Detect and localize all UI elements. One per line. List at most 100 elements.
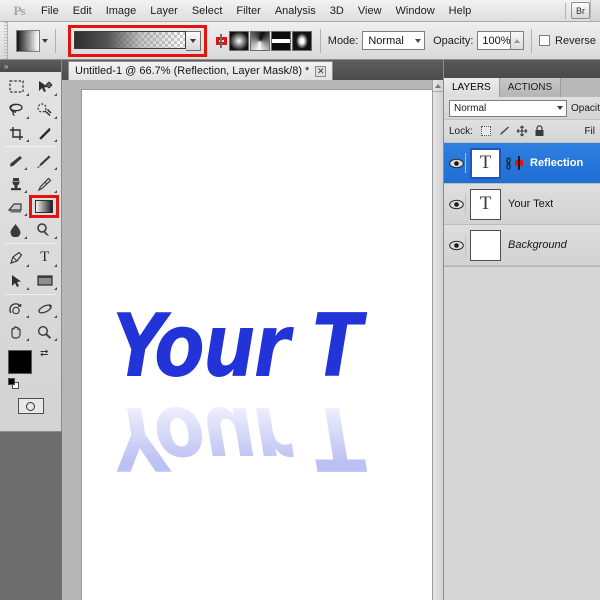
linear-gradient-button[interactable] (220, 33, 223, 48)
color-swatches: ⇄ (8, 348, 59, 394)
menu-layer[interactable]: Layer (143, 2, 185, 20)
reflected-gradient-button[interactable] (271, 30, 292, 51)
opacity-stepper[interactable]: 100% (477, 31, 525, 50)
lock-label: Lock: (449, 125, 473, 137)
layer-row-reflection[interactable]: T Reflection (444, 143, 600, 184)
close-icon[interactable]: ✕ (315, 65, 327, 77)
quick-mask-mode-button[interactable] (17, 398, 44, 414)
mode-label: Mode: (327, 34, 359, 47)
menu-edit[interactable]: Edit (66, 2, 99, 20)
gradient-picker-dropdown[interactable] (186, 30, 202, 51)
blend-mode-select[interactable]: Normal (362, 31, 426, 50)
diamond-gradient-button[interactable] (292, 30, 313, 51)
layer-name: Your Text (508, 198, 554, 210)
reverse-checkbox[interactable] (539, 35, 551, 46)
reverse-checkbox-row[interactable]: Reverse (539, 35, 600, 47)
hand-tool-icon[interactable] (2, 320, 31, 343)
lock-row: Lock: Fil (444, 120, 600, 143)
brush-tool-icon[interactable] (29, 149, 59, 172)
rotate-view-tool-icon[interactable] (2, 297, 31, 320)
tool-preset-picker[interactable] (15, 29, 48, 52)
canvas-vertical-scrollbar[interactable] (432, 80, 443, 600)
menu-window[interactable]: Window (389, 2, 442, 20)
move-tool-icon[interactable] (31, 75, 60, 98)
layer-name: Reflection (530, 157, 584, 169)
tools-panel-collapse-handle[interactable]: » (0, 60, 61, 72)
default-colors-icon[interactable] (8, 378, 20, 390)
opacity-input[interactable]: 100% (477, 31, 512, 50)
layer-opacity-label: Opacity (571, 102, 600, 114)
canvas-page[interactable]: Your T Your T (82, 90, 432, 600)
menu-view[interactable]: View (351, 2, 389, 20)
pen-tool-icon[interactable] (2, 246, 31, 269)
window-edge (590, 0, 600, 21)
layers-panel: LAYERS ACTIONS Normal Opacity Lock: (443, 60, 600, 600)
layer-thumbnail[interactable]: T (470, 188, 501, 220)
healing-brush-tool-icon[interactable] (2, 149, 29, 172)
gradient-tool-preset-icon[interactable] (15, 29, 40, 52)
swap-colors-icon[interactable]: ⇄ (40, 348, 48, 359)
opacity-spinner-icon[interactable] (511, 31, 525, 50)
gradient-editor-highlight[interactable] (68, 24, 208, 57)
lock-transparent-pixels-icon[interactable] (480, 125, 492, 137)
history-brush-tool-icon[interactable] (29, 172, 59, 195)
options-bar-grip[interactable] (0, 22, 8, 59)
crop-tool-icon[interactable] (2, 121, 31, 144)
lock-position-icon[interactable] (516, 125, 528, 137)
layer-blend-mode-value: Normal (454, 102, 487, 114)
lock-all-icon[interactable] (534, 125, 546, 137)
clone-stamp-tool-icon[interactable] (2, 172, 29, 195)
zoom-tool-icon[interactable] (31, 320, 60, 343)
tool-group-retouch (2, 149, 59, 241)
gradient-tool-icon[interactable] (35, 200, 53, 213)
dodge-tool-icon[interactable] (29, 218, 59, 241)
artwork-group: Your T Your T (112, 295, 432, 550)
eyedropper-tool-icon[interactable] (31, 121, 60, 144)
quick-selection-tool-icon[interactable] (31, 98, 60, 121)
menu-bar: Ps File Edit Image Layer Select Filter A… (0, 0, 600, 22)
tab-layers[interactable]: LAYERS (444, 78, 500, 97)
radial-gradient-button[interactable] (229, 30, 250, 51)
blend-mode-value: Normal (368, 34, 404, 47)
gradient-preview-swatch[interactable] (74, 30, 187, 49)
launch-bridge-button[interactable]: Br (571, 2, 590, 19)
menu-image[interactable]: Image (99, 2, 144, 20)
3d-orbit-tool-icon[interactable] (31, 297, 60, 320)
layer-thumbnail[interactable] (470, 229, 501, 261)
layer-row-your-text[interactable]: T Your Text (444, 184, 600, 225)
layer-thumbnail[interactable]: T (470, 147, 501, 179)
lasso-tool-icon[interactable] (2, 98, 31, 121)
menu-select[interactable]: Select (185, 2, 230, 20)
panel-title-bar[interactable] (444, 60, 600, 78)
blur-tool-icon[interactable] (2, 218, 29, 241)
rectangular-marquee-tool-icon[interactable] (2, 75, 31, 98)
scroll-up-button[interactable] (433, 80, 443, 92)
tab-actions[interactable]: ACTIONS (499, 78, 562, 97)
rectangle-tool-icon[interactable] (31, 269, 60, 292)
path-selection-tool-icon[interactable] (2, 269, 31, 292)
document-tab[interactable]: Untitled-1 @ 66.7% (Reflection, Layer Ma… (68, 61, 334, 80)
layer-visibility-icon[interactable] (447, 235, 466, 255)
menu-help[interactable]: Help (442, 2, 479, 20)
gradient-tool-wrapper[interactable] (29, 195, 59, 218)
document-area: Untitled-1 @ 66.7% (Reflection, Layer Ma… (62, 60, 443, 600)
layer-mask-thumbnail[interactable] (518, 156, 520, 170)
foreground-color-swatch[interactable] (8, 350, 32, 374)
menu-file[interactable]: File (34, 2, 66, 20)
angle-gradient-button[interactable] (250, 30, 271, 51)
menu-filter[interactable]: Filter (229, 2, 267, 20)
menu-3d[interactable]: 3D (323, 2, 351, 20)
chevron-down-icon[interactable] (41, 38, 48, 43)
layer-visibility-icon[interactable] (447, 194, 466, 214)
layer-row-background[interactable]: Background (444, 225, 600, 266)
fill-label: Fil (584, 125, 595, 137)
menu-analysis[interactable]: Analysis (268, 2, 323, 20)
type-tool-icon[interactable]: T (31, 246, 60, 269)
eraser-tool-icon[interactable] (2, 195, 29, 218)
layer-blend-mode-select[interactable]: Normal (449, 99, 567, 117)
artwork-text: Your T (112, 295, 362, 398)
canvas-viewport[interactable]: Your T Your T (62, 80, 443, 600)
layer-visibility-icon[interactable] (447, 153, 466, 173)
layer-mask-link-icon[interactable] (504, 156, 513, 170)
lock-image-pixels-icon[interactable] (498, 125, 510, 137)
